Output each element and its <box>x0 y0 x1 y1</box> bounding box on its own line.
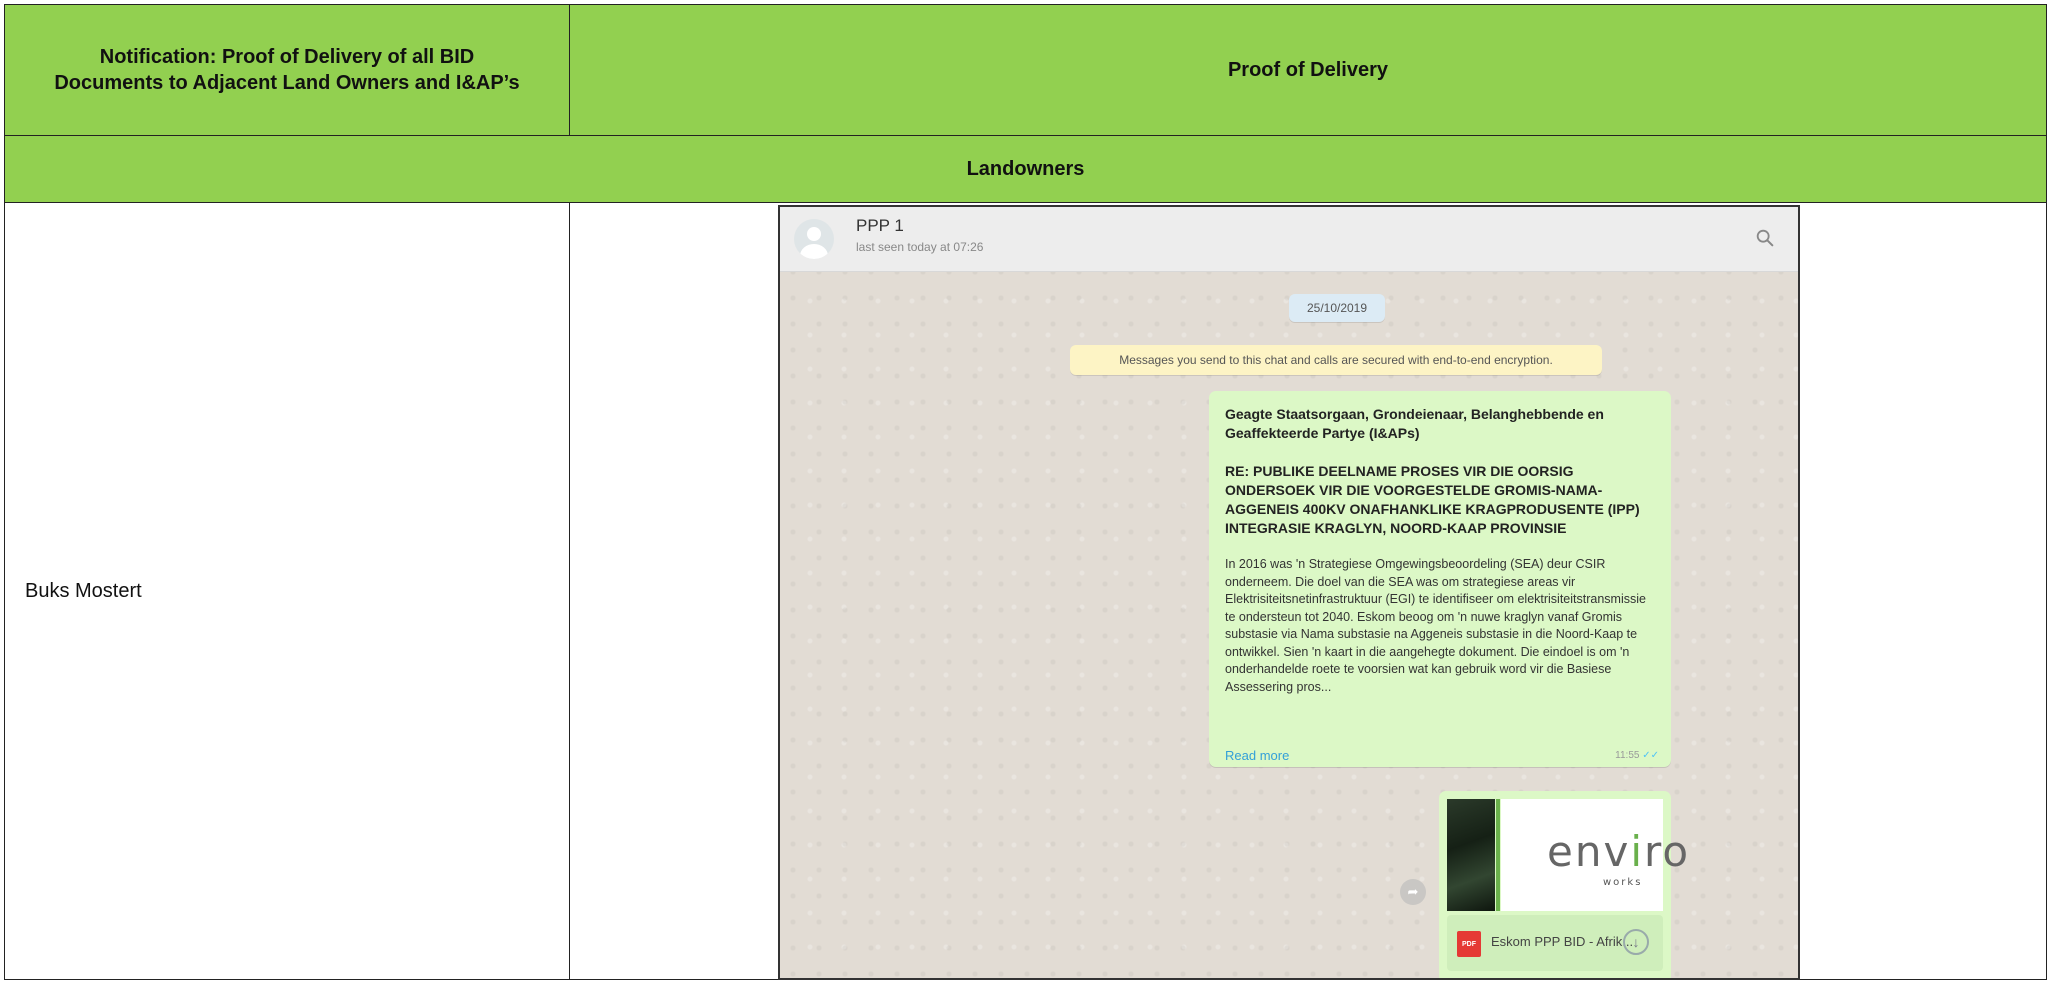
encryption-notice: Messages you send to this chat and calls… <box>1070 345 1602 375</box>
forward-icon[interactable]: ➦ <box>1400 879 1426 905</box>
section-header-text: Landowners <box>966 157 1085 180</box>
document-thumbnail-logo-area: enviro works <box>1501 799 1688 911</box>
whatsapp-screenshot: PPP 1 last seen today at 07:26 25/10/201… <box>778 205 1800 980</box>
thumbnail-divider <box>1496 799 1500 911</box>
enviroworks-logo: enviro <box>1547 827 1691 876</box>
message-subject: RE: PUBLIKE DEELNAME PROSES VIR DIE OORS… <box>1225 463 1640 536</box>
last-seen-status: last seen today at 07:26 <box>856 240 984 254</box>
proof-header-cell: Proof of Delivery <box>569 4 2047 136</box>
avatar[interactable] <box>794 219 834 259</box>
pdf-icon: PDF <box>1457 931 1481 957</box>
section-header-cell: Landowners <box>4 135 2047 203</box>
notification-header-text: Notification: Proof of Delivery of all B… <box>54 46 520 94</box>
notification-header-cell: Notification: Proof of Delivery of all B… <box>4 4 570 136</box>
message-greeting: Geagte Staatsorgaan, Grondeienaar, Belan… <box>1225 406 1604 441</box>
contact-name[interactable]: PPP 1 <box>856 216 904 236</box>
message-timestamp: 11:55 <box>1615 750 1640 761</box>
read-more-link[interactable]: Read more <box>1225 748 1289 763</box>
date-divider: 25/10/2019 <box>1289 294 1385 322</box>
document-message[interactable]: enviro works PDF Eskom PPP BID - Afrik..… <box>1439 791 1688 978</box>
download-icon[interactable] <box>1623 929 1649 955</box>
document-file-name[interactable]: Eskom PPP BID - Afrik... <box>1491 934 1633 949</box>
landowner-name-cell: Buks Mostert <box>4 202 570 980</box>
message-body: In 2016 was 'n Strategiese Omgewingsbeoo… <box>1225 557 1646 694</box>
document-thumbnail-image <box>1447 799 1495 911</box>
read-ticks-icon: ✓✓ <box>1642 750 1659 761</box>
chat-header: PPP 1 last seen today at 07:26 <box>780 207 1798 272</box>
landowner-name: Buks Mostert <box>25 579 142 602</box>
document-file-row[interactable]: PDF Eskom PPP BID - Afrik... <box>1447 915 1663 971</box>
proof-header-text: Proof of Delivery <box>1227 58 1389 81</box>
search-icon[interactable] <box>1754 227 1776 249</box>
message-time: 11:55 ✓✓ <box>1615 750 1659 761</box>
logo-subtext: works <box>1603 877 1643 888</box>
message-bubble: Geagte Staatsorgaan, Grondeienaar, Belan… <box>1209 391 1671 767</box>
